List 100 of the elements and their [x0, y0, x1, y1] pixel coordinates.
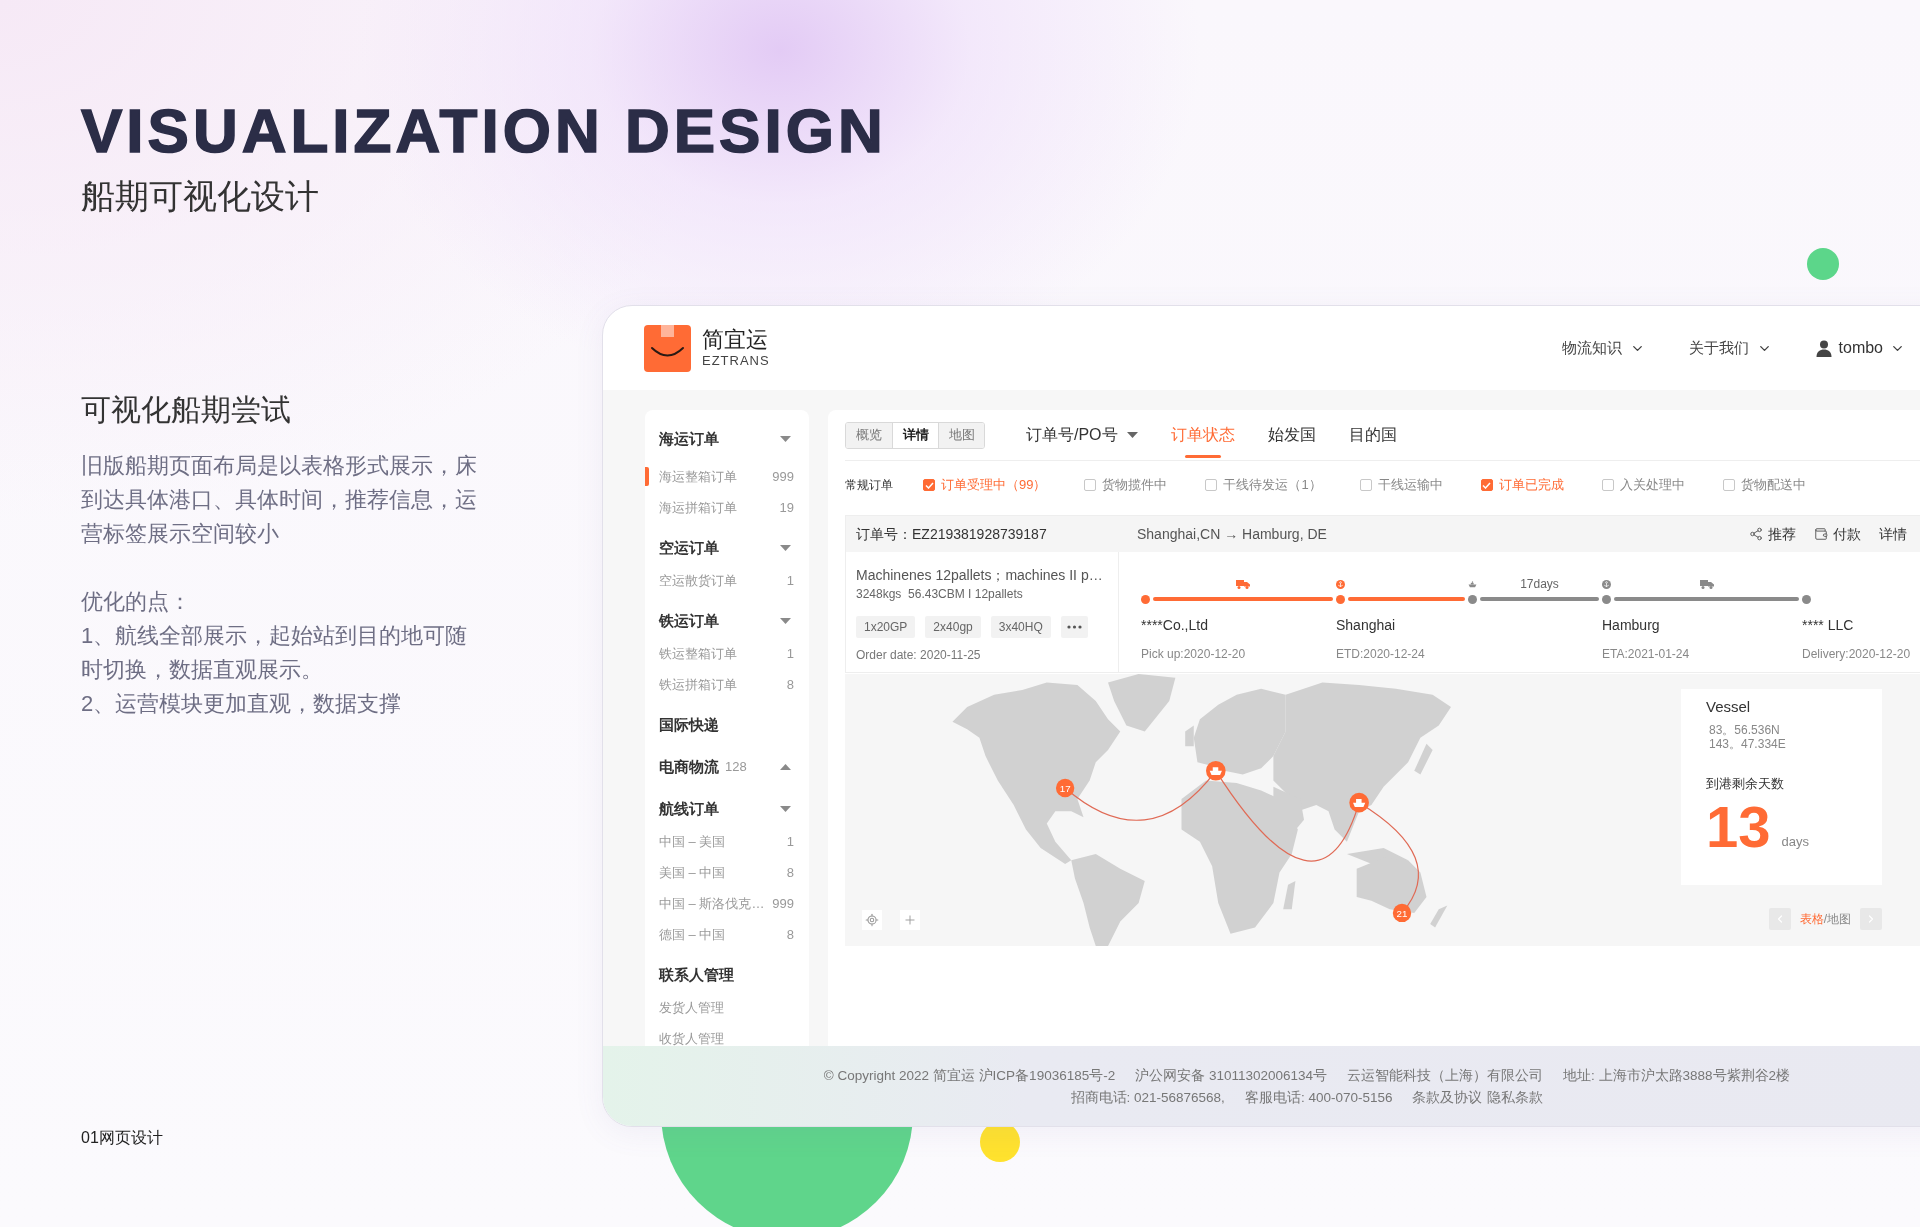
checkbox[interactable]	[1480, 479, 1493, 491]
item-count: 1	[785, 832, 794, 851]
sidebar-item[interactable]: 中国 – 美国 1	[645, 826, 809, 857]
nav-menu[interactable]: 关于我们	[1688, 336, 1772, 360]
item-count: 1	[785, 571, 794, 590]
person-icon	[1815, 339, 1832, 357]
stop-date: Pick up:2020-12-20	[1141, 646, 1246, 662]
item-count: 999	[771, 894, 794, 913]
wallet-icon	[1814, 527, 1828, 541]
footer-text: © Copyright 2022 简宜运 沪ICP备19036185号-2	[823, 1066, 1116, 1085]
container-tag: 2x40gp	[925, 616, 981, 638]
sidebar-section[interactable]: 铁运订单	[645, 604, 809, 638]
sidebar-item[interactable]: 发货人管理	[645, 992, 809, 1023]
details-link[interactable]: 详情	[1879, 523, 1907, 545]
sidebar-section[interactable]: 海运订单	[645, 422, 809, 456]
share-icon	[1749, 527, 1763, 541]
sidebar-item[interactable]: 铁运拼箱订单 8	[645, 669, 809, 700]
brand-tagline: EZTRANS	[702, 353, 770, 369]
item-count: 8	[785, 925, 794, 944]
tab[interactable]: 目的国	[1348, 410, 1397, 460]
sidebar-section[interactable]: 联系人管理	[645, 958, 809, 992]
checkbox[interactable]	[1359, 479, 1372, 491]
toggle-separator: /	[1823, 911, 1827, 928]
checkbox[interactable]	[923, 479, 935, 491]
checkbox-label[interactable]: 订单受理中（99）	[941, 475, 1047, 495]
section-title: 可视化船期尝试	[81, 392, 291, 428]
sidebar-section[interactable]: 电商物流 128	[645, 750, 809, 784]
segment-button[interactable]: 地图	[938, 422, 984, 448]
stop-date: Delivery:2020-12-20	[1802, 646, 1911, 662]
checkbox-label[interactable]: 干线待发运（1）	[1223, 475, 1322, 495]
route-text: Shanghai,CN → Hamburg, DE	[1136, 524, 1327, 544]
stop-name: ****Co.,Ltd	[1141, 616, 1208, 634]
segment-button[interactable]: 概览	[846, 422, 892, 448]
item-count: 19	[778, 498, 794, 517]
sidebar-item[interactable]: 中国 – 斯洛伐克… 999	[645, 888, 809, 919]
checkbox[interactable]	[1084, 479, 1097, 491]
count-marker[interactable]: 21	[1392, 903, 1412, 923]
points-title: 优化的点：	[81, 588, 191, 616]
cargo-text: Machinenes 12pallets；machines II p…	[856, 566, 1103, 584]
sidebar-item[interactable]: 德国 – 中国 8	[645, 919, 809, 950]
item-count: 8	[785, 675, 794, 694]
sidebar-section[interactable]: 国际快递	[645, 708, 809, 742]
stop-date: ETD:2020-12-24	[1336, 646, 1425, 662]
cargo-metrics: 3248kgs 56.43CBM I 12pallets	[856, 586, 1023, 602]
checkbox-label[interactable]: 入关处理中	[1619, 475, 1685, 495]
sidebar-section[interactable]: 空运订单	[645, 531, 809, 565]
sidebar-item[interactable]: 美国 – 中国 8	[645, 857, 809, 888]
order-date: Order date: 2020-11-25	[856, 647, 981, 663]
recommend-link[interactable]: 推荐	[1749, 523, 1796, 545]
sidebar-section[interactable]: 航线订单	[645, 792, 809, 826]
tab[interactable]: 始发国	[1267, 410, 1316, 460]
description-text: 旧版船期页面布局是以表格形式展示，床到达具体港口、具体时间，推荐信息，运营标签展示空间较小	[81, 452, 478, 548]
view-toggle-link[interactable]: 表格	[1799, 910, 1824, 928]
count-marker[interactable]: 17	[1055, 778, 1075, 798]
duration-label: 17days	[1520, 577, 1559, 591]
page-subtitle: 船期可视化设计	[81, 176, 319, 216]
sidebar-item[interactable]: 收货人管理	[645, 1023, 809, 1046]
order-number: 订单号：EZ219381928739187	[855, 524, 1048, 544]
truck-icon	[1699, 579, 1714, 589]
sidebar-item[interactable]: 铁运整箱订单 1	[645, 638, 809, 669]
nav-menu[interactable]: 物流知识	[1561, 336, 1645, 360]
locate-button[interactable]	[862, 910, 882, 930]
sidebar-item[interactable]: 海运整箱订单 999	[645, 461, 809, 492]
page-label: 01网页设计	[81, 1128, 163, 1148]
point-text: 1、航线全部展示，起始站到目的地可随时切换，数据直观展示。	[81, 622, 469, 684]
anchor-icon	[1602, 577, 1611, 591]
checkbox[interactable]	[1205, 479, 1218, 491]
checkbox-label[interactable]: 货物揽件中	[1102, 475, 1168, 495]
sidebar-item[interactable]: 空运散货订单 1	[645, 565, 809, 596]
checkbox[interactable]	[1722, 479, 1735, 491]
item-count: 1	[785, 644, 794, 663]
logo-icon	[644, 324, 691, 372]
ship-marker-icon[interactable]	[1349, 792, 1369, 813]
pay-link[interactable]: 付款	[1814, 523, 1861, 545]
checkbox[interactable]	[1601, 479, 1614, 491]
stop-name: Shanghai	[1336, 616, 1396, 634]
eta-unit: days	[1781, 834, 1809, 850]
anchor-icon	[1336, 577, 1345, 591]
filter-label: 常规订单	[845, 477, 893, 494]
ship-marker-icon[interactable]	[1206, 761, 1226, 781]
checkbox-label[interactable]: 干线运输中	[1377, 475, 1443, 495]
tab[interactable]: 订单状态	[1170, 410, 1235, 460]
footer-text: 沪公网安备 31011302006134号	[1135, 1066, 1328, 1085]
zoom-in-button[interactable]	[900, 910, 920, 930]
coordinate-text: 83。56.536N	[1708, 723, 1780, 737]
footer-link[interactable]: 隐私条款	[1487, 1087, 1544, 1109]
checkbox-label[interactable]: 订单已完成	[1498, 475, 1564, 495]
view-toggle-link[interactable]: 地图	[1827, 910, 1851, 928]
check-icon	[924, 481, 934, 489]
more-button[interactable]	[1060, 616, 1088, 638]
checkbox-label[interactable]: 货物配送中	[1740, 475, 1806, 495]
plus-icon	[903, 913, 917, 927]
vessel-title: Vessel	[1706, 697, 1751, 717]
footer-text: 客服电话: 400-070-5156	[1244, 1088, 1393, 1107]
sidebar-item[interactable]: 海运拼箱订单 19	[645, 492, 809, 523]
footer-link[interactable]: 条款及协议	[1412, 1087, 1483, 1109]
truck-icon	[1236, 579, 1250, 589]
container-tag: 3x40HQ	[990, 616, 1051, 638]
user-menu[interactable]: tombo	[1815, 336, 1905, 360]
tab[interactable]: 订单号/PO号	[1026, 410, 1138, 460]
